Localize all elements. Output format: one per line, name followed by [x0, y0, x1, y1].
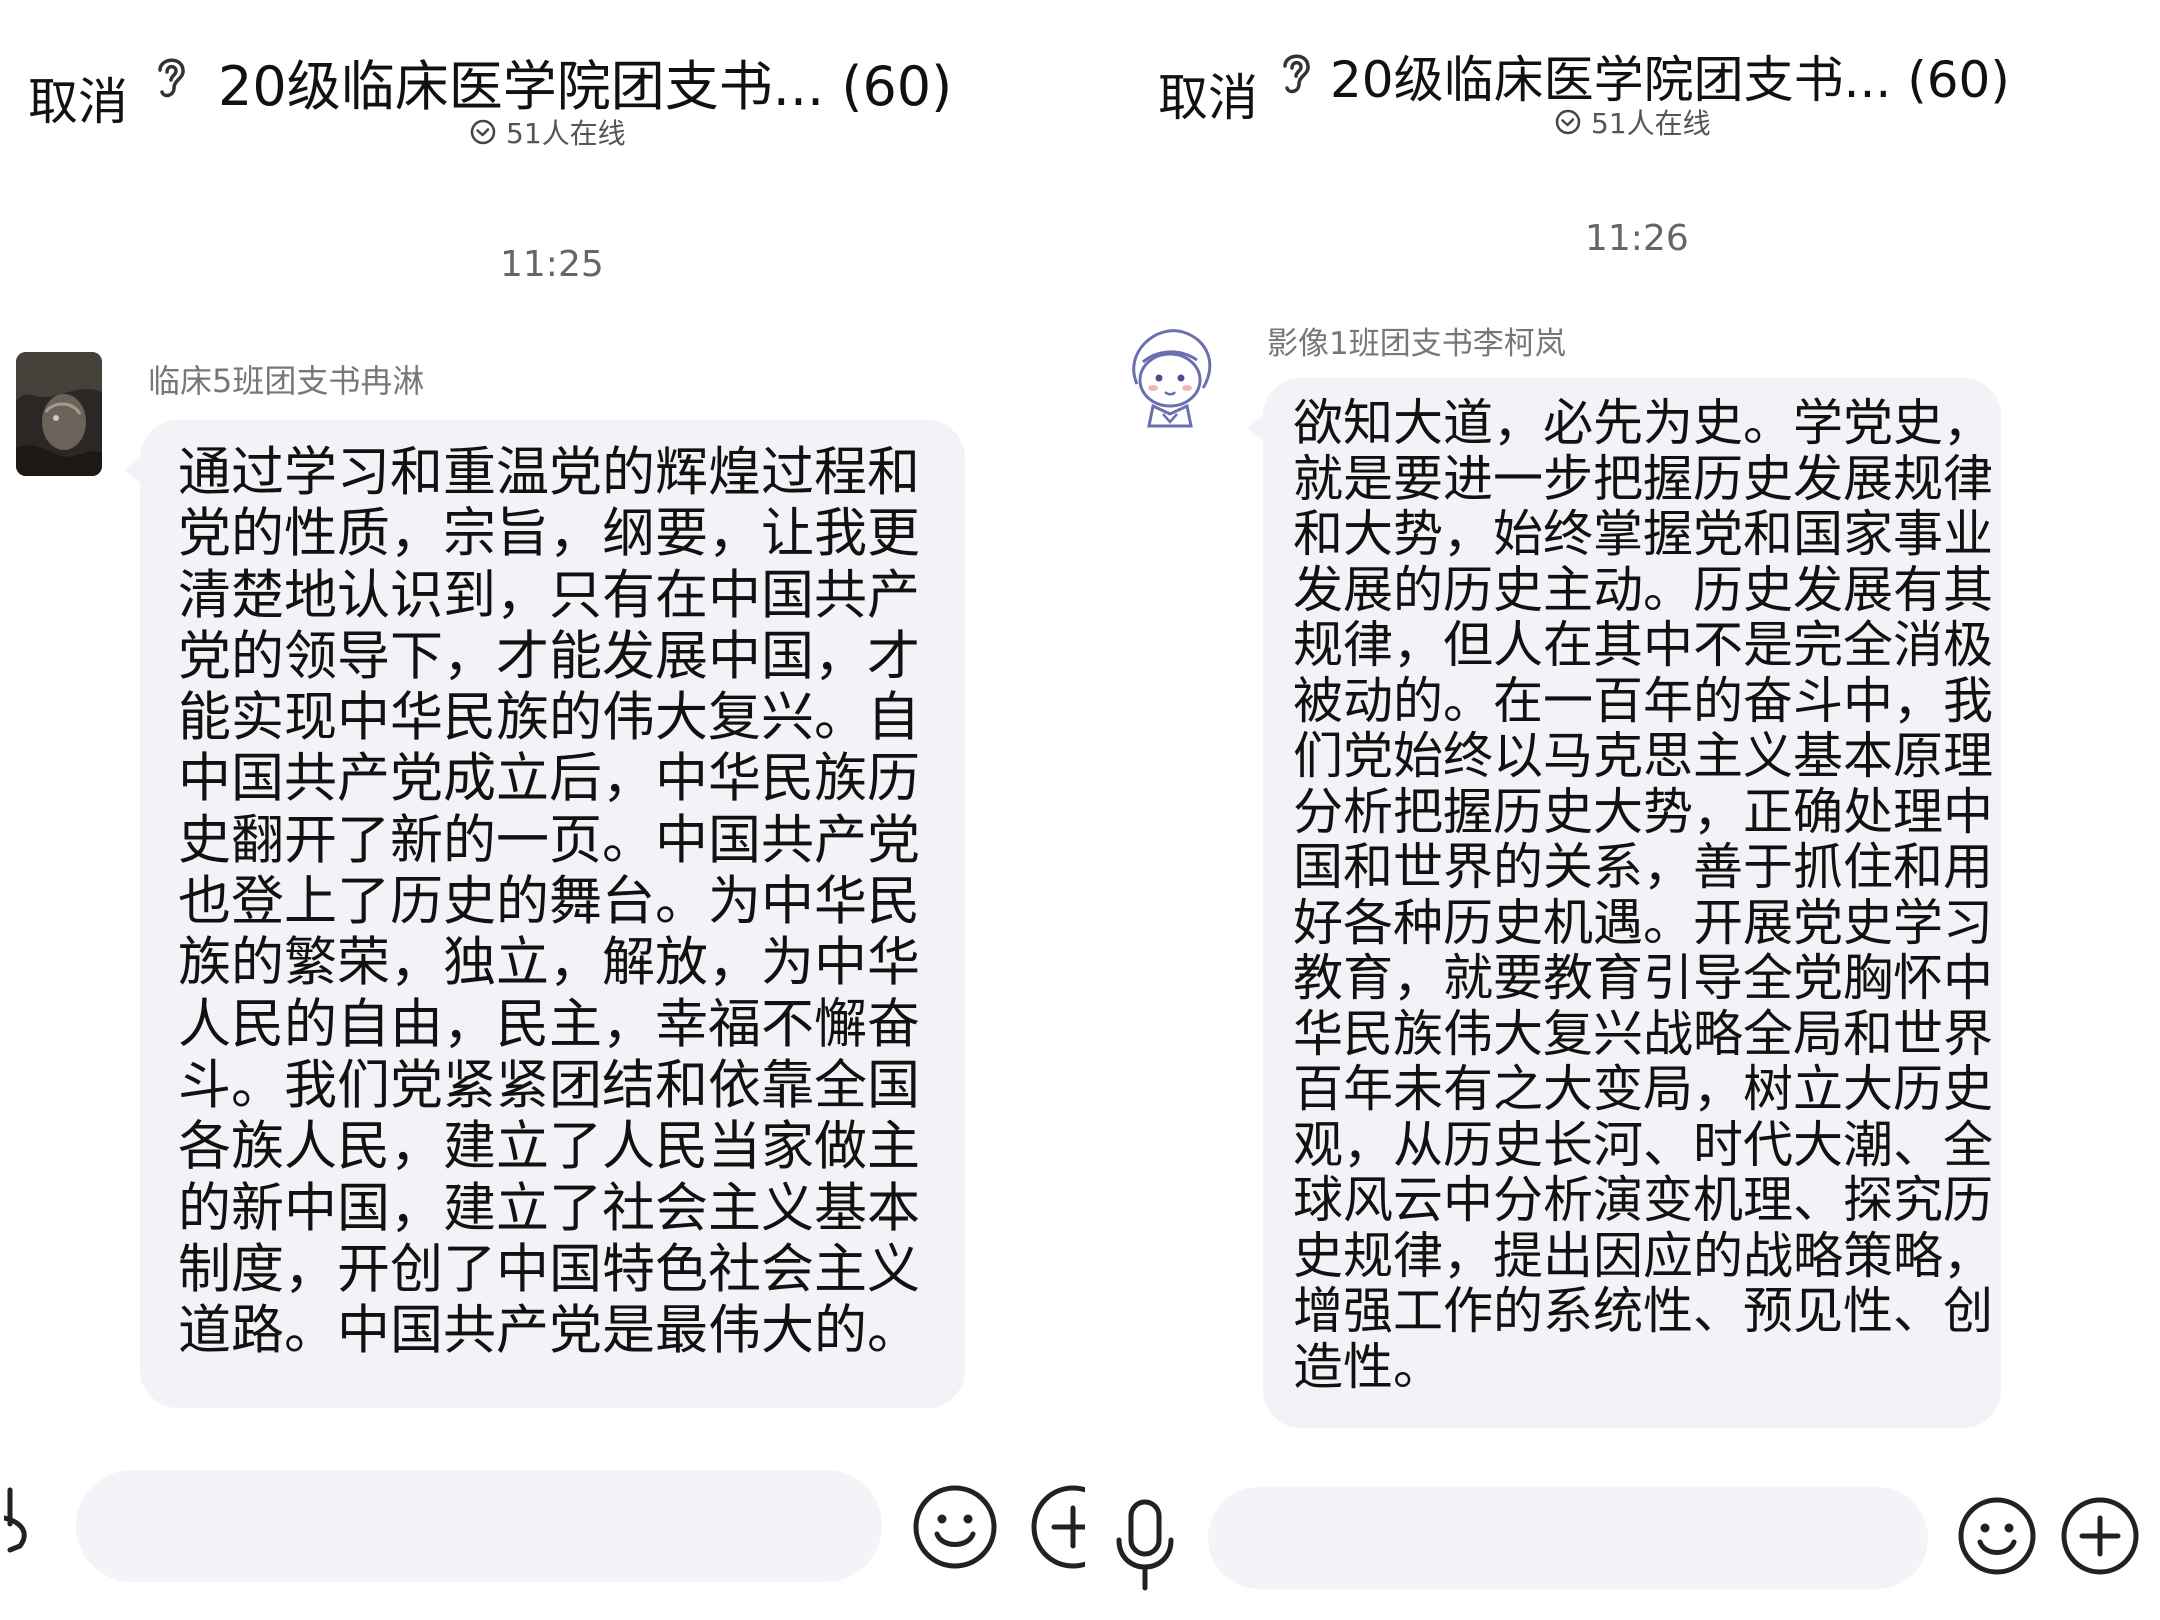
- check-circle-icon: [470, 119, 496, 145]
- message-input[interactable]: [1208, 1487, 1928, 1589]
- sender-name: 临床5班团支书冉淋: [148, 362, 425, 400]
- message-text: 通过学习和重温党的辉煌过程和 党的性质，宗旨，纲要，让我更 清楚地认识到，只有在…: [178, 442, 920, 1362]
- check-circle-icon: [1555, 109, 1581, 135]
- online-count: 51人在线: [1591, 107, 1711, 140]
- smiley-icon[interactable]: [912, 1484, 998, 1570]
- plus-circle-icon[interactable]: [1030, 1484, 1085, 1570]
- ear-icon[interactable]: [1275, 48, 1317, 98]
- smiley-icon[interactable]: [1957, 1496, 2037, 1576]
- message-bubble[interactable]: 通过学习和重温党的辉煌过程和 党的性质，宗旨，纲要，让我更 清楚地认识到，只有在…: [124, 420, 965, 1408]
- avatar[interactable]: [16, 352, 102, 476]
- message-time: 11:26: [1585, 218, 1689, 259]
- avatar[interactable]: [1117, 322, 1223, 432]
- chat-title: 20级临床医学院团支书... (60): [218, 55, 953, 118]
- online-status: 51人在线: [468, 112, 626, 152]
- cancel-button[interactable]: 取消: [1158, 58, 1258, 130]
- message-bubble[interactable]: 欲知大道，必先为史。学党史， 就是要进一步把握历史发展规律 和大势，始终掌握党和…: [1247, 378, 2001, 1428]
- microphone-icon[interactable]: [1111, 1496, 1179, 1592]
- message-time: 11:25: [500, 244, 604, 285]
- microphone-icon[interactable]: [4, 1480, 44, 1560]
- avatar-photo: [16, 352, 102, 476]
- online-count: 51人在线: [506, 117, 626, 150]
- plus-circle-icon[interactable]: [2060, 1496, 2140, 1576]
- cancel-button[interactable]: 取消: [28, 62, 128, 134]
- sender-name: 影像1班团支书李柯岚: [1267, 326, 1566, 362]
- ear-icon[interactable]: [150, 52, 192, 102]
- chat-screen-left: 取消 20级临床医学院团支书... (60) 51人在线 11:25 临床5班团…: [0, 0, 1085, 1620]
- online-status: 51人在线: [1553, 102, 1711, 142]
- message-text: 欲知大道，必先为史。学党史， 就是要进一步把握历史发展规律 和大势，始终掌握党和…: [1293, 394, 1993, 1396]
- message-input[interactable]: [76, 1470, 882, 1582]
- avatar-illustration: [1117, 322, 1223, 432]
- chat-screen-right: 取消 20级临床医学院团支书... (60) 51人在线 11:26 影像1班团…: [1085, 0, 2160, 1620]
